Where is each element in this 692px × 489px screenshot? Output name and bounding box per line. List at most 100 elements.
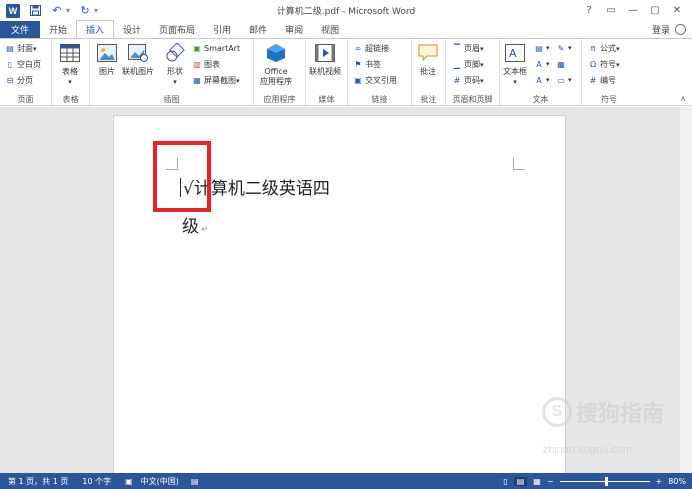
tab-home[interactable]: 开始 (40, 21, 76, 38)
tab-references[interactable]: 引用 (204, 21, 240, 38)
page-count[interactable]: 第 1 页，共 1 页 (8, 476, 68, 487)
zoom-slider-thumb[interactable] (604, 476, 608, 486)
tab-view[interactable]: 视图 (312, 21, 348, 38)
group-illustrations: 图片 联机图片 形状 ▾ ▣ SmartArt ▥ 图表 ▦ 屏幕截图 ▾ 插图 (90, 39, 254, 107)
collapse-ribbon-icon[interactable]: ∧ (680, 94, 686, 103)
header-icon: ▔ (453, 44, 461, 53)
zoom-in-button[interactable]: + (656, 477, 663, 486)
textbox-button[interactable]: A 文本框 ▾ (503, 42, 527, 87)
screenshot-icon: ▦ (193, 76, 201, 85)
office-apps-label-2: 应用程序 (260, 77, 292, 86)
smartart-icon: ▣ (193, 43, 201, 53)
ribbon: ▤ 封面 ▾ ▯ 空白页 ⊟ 分页 页面 表格 ▾ 表格 图片 联机图片 形状 … (0, 38, 692, 107)
smartart-button[interactable]: ▣ SmartArt (192, 43, 240, 53)
svg-text:A: A (509, 47, 517, 60)
tab-review[interactable]: 审阅 (276, 21, 312, 38)
bookmark-button[interactable]: ⚑ 书签 (353, 59, 381, 70)
quick-parts-button[interactable]: ▤ ▾ (534, 43, 549, 53)
date-time-button[interactable]: ▦ (556, 59, 568, 69)
header-button[interactable]: ▔ 页眉 ▾ (452, 43, 484, 54)
drop-cap-button[interactable]: A ▾ (534, 75, 549, 85)
footer-button[interactable]: ▁ 页脚 ▾ (452, 59, 484, 70)
window-controls: ? ▭ — ▢ ✕ (578, 2, 688, 18)
cross-reference-button[interactable]: ▣ 交叉引用 (353, 75, 397, 86)
omega-icon: Ω (589, 60, 597, 69)
office-apps-button[interactable]: Office 应用程序 (260, 42, 292, 87)
paragraph-mark-icon: ↵ (201, 225, 209, 235)
screenshot-button[interactable]: ▦ 屏幕截图 ▾ (192, 75, 239, 86)
comment-button[interactable]: 批注 (417, 42, 439, 77)
group-header-footer: ▔ 页眉 ▾ ▁ 页脚 ▾ # 页码 ▾ 页眉和页脚 (446, 39, 500, 107)
header-label: 页眉 (464, 44, 480, 53)
word-count[interactable]: 10 个字 (82, 476, 111, 487)
blank-page-button[interactable]: ▯ 空白页 (5, 59, 41, 70)
online-picture-label: 联机图片 (122, 67, 154, 76)
vertical-scrollbar[interactable] (680, 107, 692, 473)
tab-insert[interactable]: 插入 (76, 20, 115, 38)
shapes-button[interactable]: 形状 ▾ (164, 42, 186, 87)
bookmark-label: 书签 (365, 60, 381, 69)
numbering-button[interactable]: # 编号 (588, 75, 616, 86)
tab-page-layout[interactable]: 页面布局 (150, 21, 204, 38)
online-picture-button[interactable]: 联机图片 (122, 42, 154, 77)
tab-mailings[interactable]: 邮件 (240, 21, 276, 38)
comment-icon (417, 42, 439, 64)
undo-dropdown-icon[interactable]: ▾ (66, 6, 70, 15)
ribbon-display-options-button[interactable]: ▭ (600, 2, 622, 18)
wordart-button[interactable]: A ▾ (534, 59, 549, 69)
group-symbols: π 公式 ▾ Ω 符号 ▾ # 编号 符号 (582, 39, 636, 107)
page-break-button[interactable]: ⊟ 分页 (5, 75, 33, 86)
user-face-icon[interactable] (675, 24, 686, 35)
pi-icon: π (590, 44, 596, 53)
print-layout-icon[interactable]: ▤ (513, 476, 528, 486)
page-number-button[interactable]: # 页码 ▾ (452, 75, 484, 86)
undo-icon[interactable]: ↶ (50, 4, 64, 18)
tab-design[interactable]: 设计 (114, 21, 150, 38)
highlight-annotation (153, 141, 211, 212)
equation-label: 公式 (600, 44, 616, 53)
table-icon (59, 42, 81, 64)
symbol-button[interactable]: Ω 符号 ▾ (588, 59, 620, 70)
maximize-button[interactable]: ▢ (644, 2, 666, 18)
word-logo-icon[interactable]: W (6, 3, 20, 18)
read-mode-icon[interactable]: ▯ (503, 477, 507, 486)
online-video-button[interactable]: 联机视频 (309, 42, 341, 77)
zoom-level[interactable]: 80% (668, 477, 686, 486)
customize-toolbar-icon[interactable]: ▾ (94, 6, 98, 15)
table-button[interactable]: 表格 ▾ (59, 42, 81, 87)
hyperlink-button[interactable]: ∞ 超链接 (353, 43, 389, 54)
macro-record-icon[interactable]: ▤ (191, 477, 199, 486)
date-time-icon: ▦ (557, 59, 565, 69)
document-line-2[interactable]: 级 ↵ (182, 212, 209, 237)
equation-button[interactable]: π 公式 ▾ (588, 43, 620, 54)
footer-icon: ▁ (453, 60, 461, 69)
chart-button[interactable]: ▥ 图表 (192, 59, 220, 70)
redo-icon[interactable]: ↻ (78, 4, 92, 18)
group-links-label: 链接 (371, 95, 388, 104)
language[interactable]: 中文(中国) (141, 476, 179, 487)
group-pages: ▤ 封面 ▾ ▯ 空白页 ⊟ 分页 页面 (0, 39, 52, 107)
bookmark-icon: ⚑ (354, 60, 362, 69)
close-button[interactable]: ✕ (666, 2, 688, 18)
group-links: ∞ 超链接 ⚑ 书签 ▣ 交叉引用 链接 (348, 39, 412, 107)
symbol-label: 符号 (600, 60, 616, 69)
group-symbols-label: 符号 (601, 95, 617, 104)
save-icon[interactable] (28, 4, 42, 18)
object-button[interactable]: ▭ ▾ (556, 75, 571, 85)
zoom-slider[interactable] (559, 476, 650, 486)
signature-line-button[interactable]: ✎ ▾ (556, 43, 572, 53)
web-layout-icon[interactable]: ▦ (533, 477, 541, 486)
chart-icon: ▥ (193, 60, 201, 69)
picture-button[interactable]: 图片 (96, 42, 118, 77)
tab-file[interactable]: 文件 (0, 21, 40, 38)
help-button[interactable]: ? (578, 2, 600, 18)
login-link[interactable]: 登录 (652, 23, 670, 36)
signature-line-icon: ✎ (557, 43, 565, 53)
cover-page-button[interactable]: ▤ 封面 ▾ (5, 43, 36, 54)
group-media: 联机视频 媒体 (306, 39, 348, 107)
smartart-label: SmartArt (204, 43, 241, 53)
page-number-icon: # (453, 76, 461, 85)
minimize-button[interactable]: — (622, 2, 644, 18)
zoom-out-button[interactable]: − (547, 477, 554, 486)
proofing-icon[interactable]: ▣ (125, 477, 133, 486)
